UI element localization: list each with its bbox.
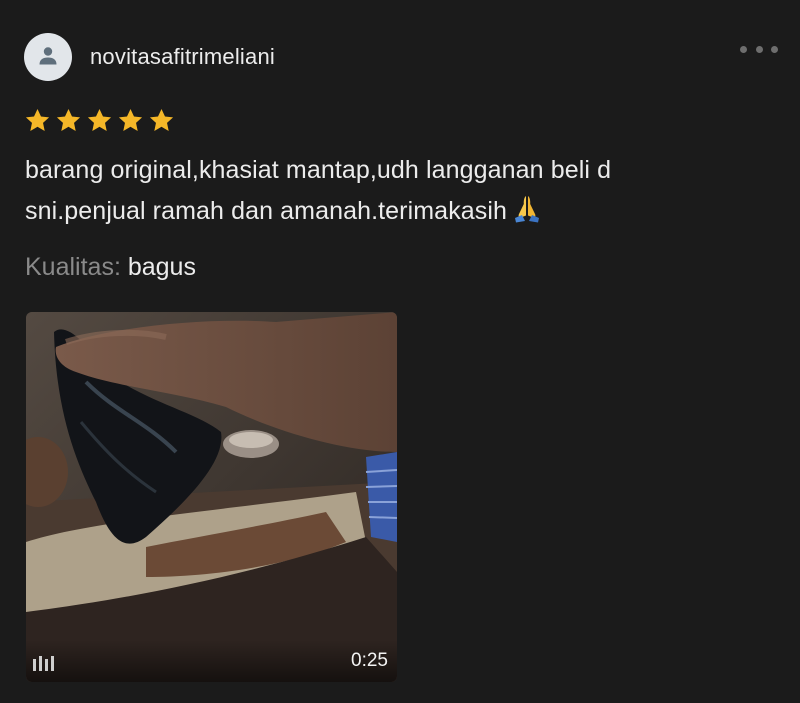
quality-value: bagus (127, 253, 196, 281)
quality-label: Kualitas: (25, 253, 121, 281)
star-icon (25, 109, 50, 131)
quality-attribute: Kualitas: bagus (25, 252, 196, 282)
folded-hands-icon (511, 193, 543, 236)
reviewer-username[interactable]: novitasafitrimeliani (90, 44, 275, 70)
star-icon (149, 109, 174, 131)
star-icon (87, 109, 112, 131)
star-icon (118, 109, 143, 131)
video-duration: 0:25 (351, 650, 388, 671)
review-text-line: sni.penjual ramah dan amanah.terimakasih (25, 191, 745, 236)
review-card: novitasafitrimeliani barang original,kha… (0, 0, 800, 703)
review-text: barang original,khasiat mantap,udh langg… (25, 150, 745, 236)
video-camera-icon (33, 656, 54, 671)
star-rating (24, 107, 175, 134)
video-frame-image (26, 312, 397, 682)
review-video-thumbnail[interactable]: 0:25 (26, 312, 397, 682)
user-avatar[interactable] (24, 33, 72, 81)
review-text-line: barang original,khasiat mantap,udh langg… (25, 156, 612, 184)
more-options-icon (740, 45, 747, 53)
user-icon (39, 47, 57, 65)
star-icon (56, 109, 81, 131)
more-options-button[interactable] (740, 42, 778, 56)
